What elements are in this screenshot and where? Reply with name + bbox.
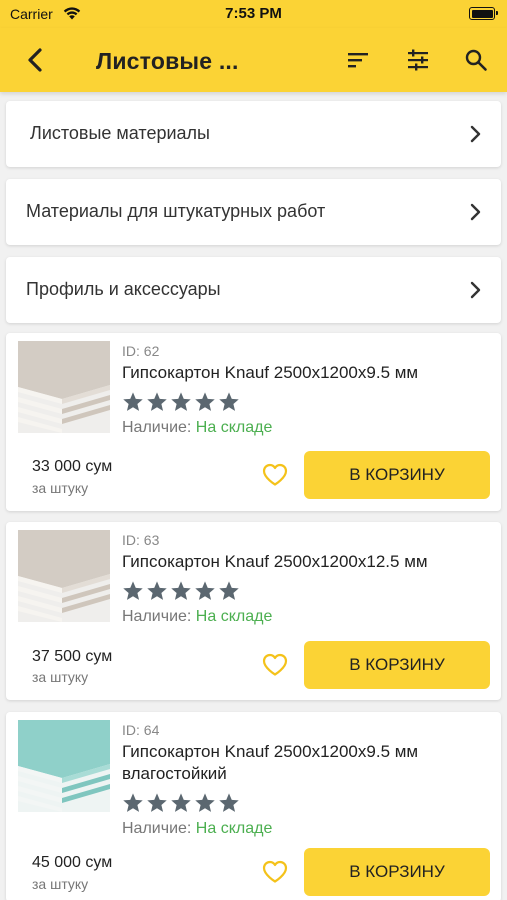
availability: Наличие: На складе: [122, 820, 492, 838]
product-name[interactable]: Гипсокартон Knauf 2500x1200x12.5 мм: [122, 551, 492, 573]
availability: Наличие: На складе: [122, 419, 492, 437]
add-to-cart-button[interactable]: В КОРЗИНУ: [304, 641, 490, 689]
heart-icon[interactable]: [262, 860, 288, 884]
product-id: ID: 64: [122, 722, 160, 738]
star-icon: [123, 392, 143, 411]
category-label: Материалы для штукатурных работ: [26, 201, 326, 221]
sort-icon: [348, 53, 368, 68]
product-id: ID: 63: [122, 532, 160, 548]
rating-stars: [122, 580, 492, 602]
star-icon: [171, 581, 191, 600]
star-icon: [147, 392, 167, 411]
price-unit: за штуку: [32, 876, 89, 892]
product-card[interactable]: ID: 62 Гипсокартон Knauf 2500x1200x9.5 м…: [6, 333, 501, 511]
availability-status: На складе: [195, 608, 273, 625]
category-label: Листовые материалы: [30, 123, 210, 143]
availability-status: На складе: [195, 820, 273, 837]
star-icon: [219, 581, 239, 600]
heart-icon[interactable]: [262, 463, 288, 487]
availability-status: На складе: [195, 419, 273, 436]
clock: 7:53 PM: [225, 5, 282, 22]
add-to-cart-button[interactable]: В КОРЗИНУ: [304, 848, 490, 896]
star-icon: [147, 581, 167, 600]
product-name[interactable]: Гипсокартон Knauf 2500x1200x9.5 мм влаго…: [122, 741, 492, 785]
star-icon: [123, 793, 143, 812]
star-icon: [147, 793, 167, 812]
product-meta: ID: 64 Гипсокартон Knauf 2500x1200x9.5 м…: [122, 722, 492, 838]
star-icon: [171, 793, 191, 812]
heart-icon[interactable]: [262, 653, 288, 677]
star-icon: [123, 581, 143, 600]
star-icon: [195, 793, 215, 812]
status-bar: Carrier 7:53 PM: [0, 0, 507, 28]
category-item-plaster-materials[interactable]: Материалы для штукатурных работ: [6, 179, 501, 245]
product-meta: ID: 63 Гипсокартон Knauf 2500x1200x12.5 …: [122, 532, 492, 626]
filter-button[interactable]: [402, 44, 434, 76]
product-meta: ID: 62 Гипсокартон Knauf 2500x1200x9.5 м…: [122, 343, 492, 437]
product-image: [18, 530, 110, 622]
category-item-sheet-materials[interactable]: Листовые материалы: [6, 101, 501, 167]
category-label: Профиль и аксессуары: [26, 279, 221, 299]
back-button[interactable]: [18, 42, 54, 78]
product-price: 45 000 сум: [32, 854, 113, 871]
product-card[interactable]: ID: 63 Гипсокартон Knauf 2500x1200x12.5 …: [6, 522, 501, 700]
product-card[interactable]: ID: 64 Гипсокартон Knauf 2500x1200x9.5 м…: [6, 712, 501, 900]
chevron-left-icon: [28, 48, 42, 72]
app-bar: Листовые ...: [0, 28, 507, 92]
chevron-right-icon: [470, 125, 481, 143]
search-button[interactable]: [460, 44, 492, 76]
star-icon: [195, 581, 215, 600]
availability: Наличие: На складе: [122, 608, 492, 626]
chevron-right-icon: [470, 281, 481, 299]
chevron-right-icon: [470, 203, 481, 221]
page-title: Листовые ...: [96, 48, 239, 74]
rating-stars: [122, 391, 492, 413]
product-image: [18, 341, 110, 433]
product-image: [18, 720, 110, 812]
price-unit: за штуку: [32, 480, 89, 496]
product-price: 33 000 сум: [32, 458, 113, 475]
availability-label: Наличие:: [122, 820, 192, 837]
product-price: 37 500 сум: [32, 648, 113, 665]
filter-sliders-icon: [408, 49, 428, 71]
category-item-profiles[interactable]: Профиль и аксессуары: [6, 257, 501, 323]
sort-button[interactable]: [342, 44, 374, 76]
battery-icon: [469, 7, 498, 20]
search-icon: [465, 49, 487, 71]
add-to-cart-button[interactable]: В КОРЗИНУ: [304, 451, 490, 499]
star-icon: [171, 392, 191, 411]
star-icon: [219, 392, 239, 411]
rating-stars: [122, 792, 492, 814]
product-name[interactable]: Гипсокартон Knauf 2500x1200x9.5 мм: [122, 362, 492, 384]
price-unit: за штуку: [32, 669, 89, 685]
product-id: ID: 62: [122, 343, 160, 359]
availability-label: Наличие:: [122, 608, 192, 625]
availability-label: Наличие:: [122, 419, 192, 436]
star-icon: [195, 392, 215, 411]
star-icon: [219, 793, 239, 812]
